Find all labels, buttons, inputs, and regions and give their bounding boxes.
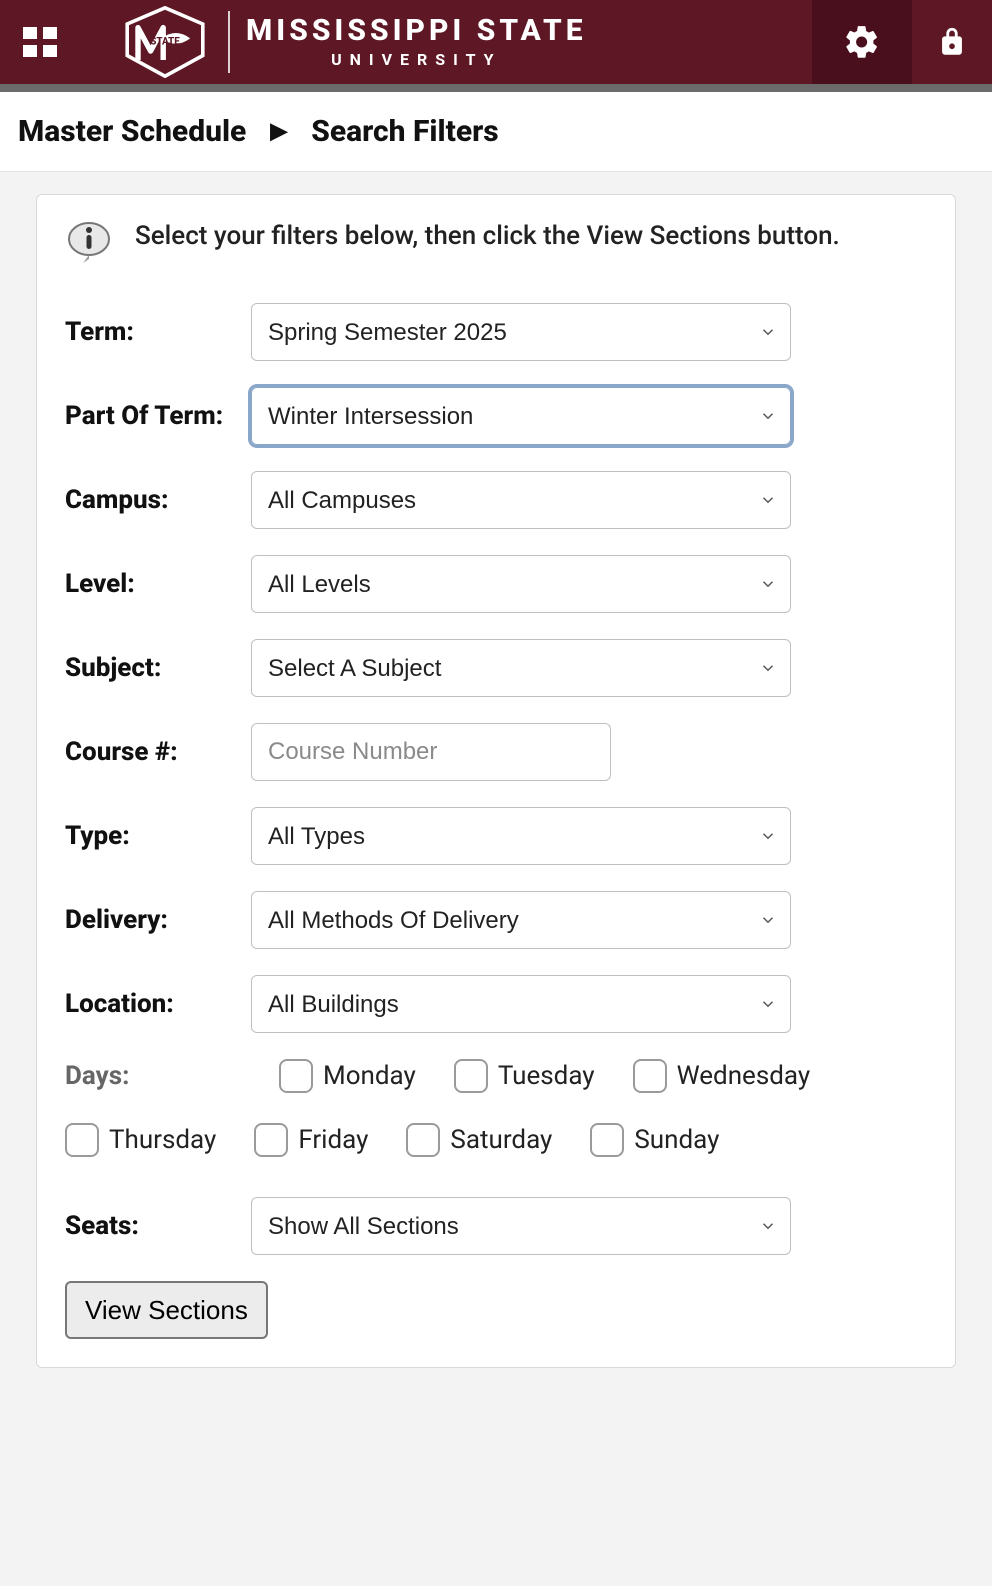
intro-block: Select your filters below, then click th… (65, 219, 927, 267)
info-icon (65, 219, 113, 267)
day-friday[interactable]: Friday (254, 1123, 368, 1157)
brand-wordmark: MISSISSIPPI STATE UNIVERSITY (246, 16, 587, 69)
term-select[interactable]: Spring Semester 2025 (251, 303, 791, 361)
label-campus: Campus: (65, 485, 251, 515)
checkbox-icon (65, 1123, 99, 1157)
msu-logo: STATE (118, 6, 212, 78)
row-subject: Subject: Select A Subject (65, 639, 927, 697)
svg-text:STATE: STATE (150, 37, 180, 48)
day-tuesday[interactable]: Tuesday (454, 1059, 595, 1093)
row-course-num: Course #: (65, 723, 927, 781)
checkbox-icon (254, 1123, 288, 1157)
breadcrumb-sep-icon: ▶ (270, 119, 287, 144)
row-delivery: Delivery: All Methods Of Delivery (65, 891, 927, 949)
action-row: View Sections (65, 1281, 927, 1339)
filter-card: Select your filters below, then click th… (36, 194, 956, 1368)
label-subject: Subject: (65, 653, 251, 683)
day-label: Thursday (109, 1125, 216, 1155)
checkbox-icon (454, 1059, 488, 1093)
day-label: Saturday (450, 1125, 552, 1155)
row-level: Level: All Levels (65, 555, 927, 613)
day-label: Sunday (634, 1125, 719, 1155)
settings-button[interactable] (812, 0, 912, 84)
label-location: Location: (65, 989, 251, 1019)
row-type: Type: All Types (65, 807, 927, 865)
brand-block: STATE MISSISSIPPI STATE UNIVERSITY (78, 6, 587, 78)
breadcrumb-root[interactable]: Master Schedule (18, 114, 246, 149)
day-sunday[interactable]: Sunday (590, 1123, 719, 1157)
row-location: Location: All Buildings (65, 975, 927, 1033)
row-days: Days: Monday Tuesday Wednesday Thursday … (65, 1059, 927, 1157)
brand-divider (228, 11, 230, 73)
breadcrumb: Master Schedule ▶ Search Filters (0, 92, 992, 172)
campus-select[interactable]: All Campuses (251, 471, 791, 529)
label-part-of-term: Part Of Term: (65, 401, 251, 431)
day-wednesday[interactable]: Wednesday (633, 1059, 811, 1093)
view-sections-button[interactable]: View Sections (65, 1281, 268, 1339)
brand-line2: UNIVERSITY (246, 50, 587, 69)
day-label: Monday (323, 1061, 416, 1091)
lock-icon (935, 25, 969, 59)
grid-icon (23, 27, 57, 57)
label-days: Days: (65, 1061, 251, 1091)
course-number-input[interactable] (251, 723, 611, 781)
intro-text: Select your filters below, then click th… (135, 219, 840, 254)
level-select[interactable]: All Levels (251, 555, 791, 613)
day-thursday[interactable]: Thursday (65, 1123, 216, 1157)
day-monday[interactable]: Monday (279, 1059, 416, 1093)
checkbox-icon (590, 1123, 624, 1157)
row-seats: Seats: Show All Sections (65, 1197, 927, 1255)
app-header: STATE MISSISSIPPI STATE UNIVERSITY (0, 0, 992, 84)
row-term: Term: Spring Semester 2025 (65, 303, 927, 361)
label-type: Type: (65, 821, 251, 851)
checkbox-icon (633, 1059, 667, 1093)
day-label: Wednesday (677, 1061, 811, 1091)
label-course-num: Course #: (65, 737, 251, 767)
day-label: Tuesday (498, 1061, 595, 1091)
label-delivery: Delivery: (65, 905, 251, 935)
part-of-term-select[interactable]: Winter Intersession (251, 387, 791, 445)
row-part-of-term: Part Of Term: Winter Intersession (65, 387, 927, 445)
gear-icon (843, 23, 881, 61)
label-level: Level: (65, 569, 251, 599)
checkbox-icon (279, 1059, 313, 1093)
day-label: Friday (298, 1125, 368, 1155)
type-select[interactable]: All Types (251, 807, 791, 865)
delivery-select[interactable]: All Methods Of Delivery (251, 891, 791, 949)
header-shadow (0, 84, 992, 92)
app-menu-button[interactable] (20, 22, 60, 62)
subject-select[interactable]: Select A Subject (251, 639, 791, 697)
breadcrumb-current: Search Filters (311, 114, 498, 149)
label-seats: Seats: (65, 1211, 251, 1241)
header-left: STATE MISSISSIPPI STATE UNIVERSITY (20, 6, 587, 78)
lock-button[interactable] (932, 22, 972, 62)
day-saturday[interactable]: Saturday (406, 1123, 552, 1157)
header-right (812, 0, 972, 84)
location-select[interactable]: All Buildings (251, 975, 791, 1033)
label-term: Term: (65, 317, 251, 347)
page-body: Select your filters below, then click th… (0, 172, 992, 1408)
checkbox-icon (406, 1123, 440, 1157)
brand-line1: MISSISSIPPI STATE (246, 16, 587, 46)
row-campus: Campus: All Campuses (65, 471, 927, 529)
seats-select[interactable]: Show All Sections (251, 1197, 791, 1255)
